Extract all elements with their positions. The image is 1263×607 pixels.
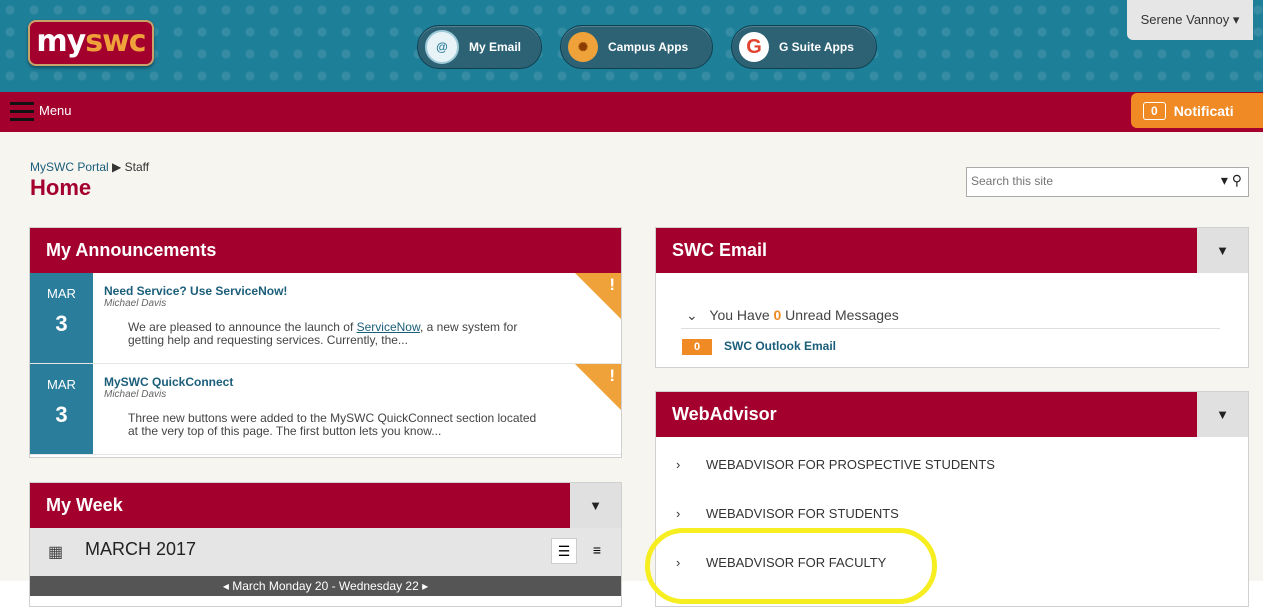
- menu-bar: Menu: [0, 92, 1263, 132]
- sunburst-icon: ✺: [568, 32, 598, 62]
- user-menu[interactable]: Serene Vannoy ▾: [1127, 0, 1253, 40]
- agenda-view-icon[interactable]: ≡: [585, 538, 609, 562]
- campus-apps-label: Campus Apps: [608, 40, 689, 54]
- notification-count: 0: [1143, 101, 1166, 120]
- notifications-button[interactable]: 0 Notificati: [1131, 93, 1263, 128]
- announcement-item[interactable]: MAR 3 Need Service? Use ServiceNow! Mich…: [30, 273, 621, 364]
- unread-text: Unread Messages: [781, 307, 899, 323]
- outlook-count-badge: 0: [682, 339, 712, 355]
- g-suite-apps-button[interactable]: G G Suite Apps: [731, 25, 877, 69]
- swc-email-toggle-caret-icon[interactable]: ▼: [1197, 228, 1248, 273]
- announcement-body-text: We are pleased to announce the launch of: [128, 320, 357, 334]
- logo-prefix: my: [36, 24, 86, 59]
- search-input[interactable]: [967, 168, 1195, 194]
- my-week-header: My Week ▼: [30, 483, 621, 528]
- swc-email-title: SWC Email: [672, 240, 768, 260]
- myswc-logo[interactable]: myswc: [28, 20, 154, 66]
- breadcrumb: MySWC Portal ▶ Staff: [30, 160, 149, 174]
- highlight-annotation: [645, 528, 937, 604]
- breadcrumb-root-link[interactable]: MySWC Portal: [30, 160, 109, 174]
- announcement-day: 3: [55, 402, 68, 427]
- announcement-date: MAR 3: [30, 273, 93, 363]
- google-g-icon: G: [739, 32, 769, 62]
- list-view-icon[interactable]: ☰: [551, 538, 577, 564]
- page-title: Home: [30, 175, 92, 200]
- swc-outlook-email-link[interactable]: SWC Outlook Email: [724, 339, 836, 353]
- g-suite-apps-label: G Suite Apps: [779, 40, 854, 54]
- announcements-panel: My Announcements MAR 3 Need Service? Use…: [29, 227, 622, 458]
- webadvisor-link[interactable]: › WEBADVISOR FOR STUDENTS: [676, 506, 899, 521]
- announcement-date: MAR 3: [30, 364, 93, 454]
- chevron-right-icon: ›: [676, 506, 681, 521]
- week-range-nav[interactable]: ◂ March Monday 20 - Wednesday 22 ▸: [30, 576, 621, 596]
- announcement-title[interactable]: MySWC QuickConnect: [104, 375, 233, 389]
- announcement-month: MAR: [47, 377, 76, 392]
- announcement-author: Michael Davis: [104, 298, 167, 309]
- unread-messages-row[interactable]: ⌄ You Have 0 Unread Messages: [686, 307, 899, 324]
- webadvisor-header: WebAdvisor ▼: [656, 392, 1248, 437]
- webadvisor-link[interactable]: › WEBADVISOR FOR PROSPECTIVE STUDENTS: [676, 457, 995, 472]
- at-sign-icon: @: [425, 30, 459, 64]
- exclamation-icon: !: [609, 275, 615, 294]
- chevron-down-icon: ⌄: [686, 307, 698, 323]
- divider: [681, 328, 1220, 329]
- calendar-icon: ▦: [48, 544, 64, 561]
- swc-email-panel: SWC Email ▼ ⌄ You Have 0 Unread Messages …: [655, 227, 1249, 368]
- exclamation-icon: !: [609, 366, 615, 385]
- unread-text: You Have: [709, 307, 774, 323]
- top-header: myswc @ My Email ✺ Campus Apps G G Suite…: [0, 0, 1263, 92]
- notifications-label: Notificati: [1173, 102, 1234, 119]
- servicenow-link[interactable]: ServiceNow: [357, 320, 420, 334]
- search-icon[interactable]: ⚲: [1232, 172, 1242, 188]
- webadvisor-toggle-caret-icon[interactable]: ▼: [1197, 392, 1248, 437]
- announcement-body: We are pleased to announce the launch of…: [128, 321, 548, 347]
- announcement-title[interactable]: Need Service? Use ServiceNow!: [104, 284, 287, 298]
- my-week-panel: My Week ▼ ▦ MARCH 2017 ☰ ≡ ◂ March Monday…: [29, 482, 622, 607]
- webadvisor-link-label: WEBADVISOR FOR PROSPECTIVE STUDENTS: [706, 457, 995, 472]
- announcement-month: MAR: [47, 286, 76, 301]
- announcement-body: Three new buttons were added to the MySW…: [128, 411, 537, 438]
- my-email-button[interactable]: @ My Email: [417, 25, 542, 69]
- calendar-bar: ▦ MARCH 2017 ☰ ≡: [30, 528, 621, 576]
- my-email-label: My Email: [469, 40, 522, 54]
- chevron-right-icon: ›: [676, 457, 681, 472]
- webadvisor-title: WebAdvisor: [672, 404, 777, 424]
- menu-label[interactable]: Menu: [39, 103, 72, 118]
- announcement-author: Michael Davis: [104, 389, 167, 400]
- announcement-item[interactable]: MAR 3 MySWC QuickConnect Michael Davis T…: [30, 364, 621, 455]
- my-week-title: My Week: [46, 495, 123, 515]
- site-search: ▾ ⚲: [966, 167, 1249, 197]
- campus-apps-button[interactable]: ✺ Campus Apps: [560, 25, 713, 69]
- my-week-toggle-caret-icon[interactable]: ▼: [570, 483, 621, 528]
- search-tools: ▾ ⚲: [1221, 172, 1242, 189]
- announcements-header: My Announcements: [30, 228, 621, 273]
- swc-email-header: SWC Email ▼: [656, 228, 1248, 273]
- breadcrumb-separator-icon: ▶: [112, 160, 122, 174]
- hamburger-icon[interactable]: [10, 102, 34, 122]
- calendar-month: MARCH 2017: [85, 539, 197, 559]
- search-options-caret-icon[interactable]: ▾: [1221, 172, 1228, 188]
- webadvisor-link-label: WEBADVISOR FOR STUDENTS: [706, 506, 899, 521]
- logo-suffix: swc: [85, 24, 146, 59]
- announcement-day: 3: [55, 311, 68, 336]
- breadcrumb-current: Staff: [124, 160, 150, 174]
